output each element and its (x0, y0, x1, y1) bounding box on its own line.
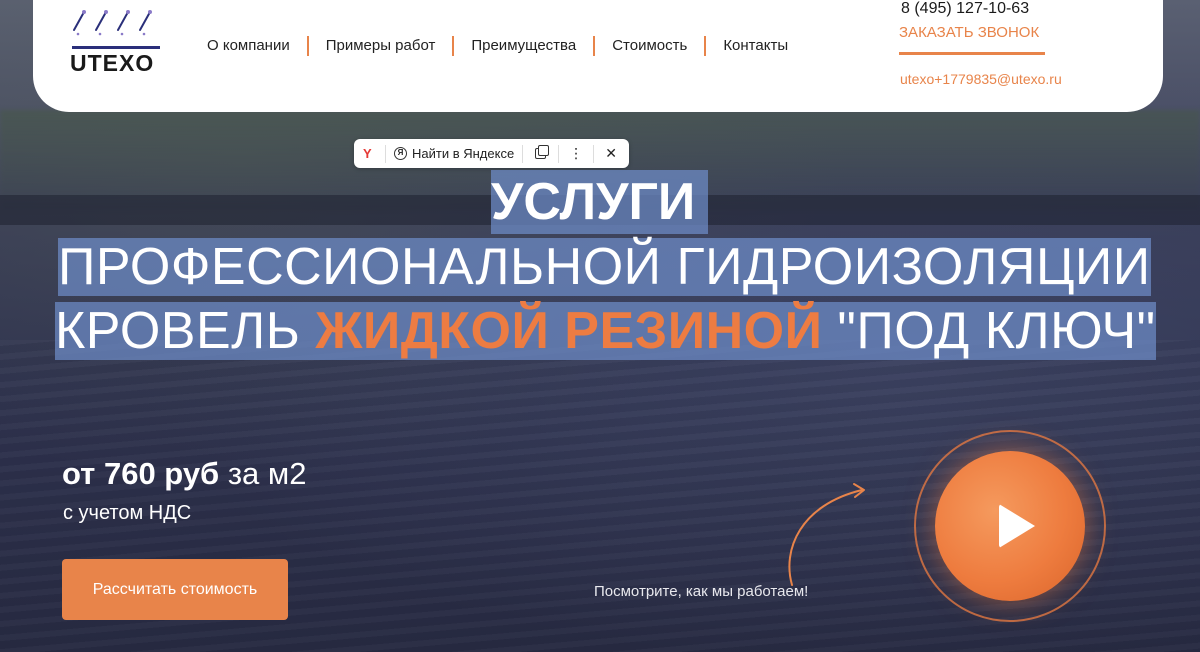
nav-item-examples[interactable]: Примеры работ (309, 37, 453, 55)
callback-underline (899, 52, 1045, 55)
headline-liquid-rubber: ЖИДКОЙ РЕЗИНОЙ (315, 302, 823, 360)
video-caption: Посмотрите, как мы работаем! (594, 583, 809, 600)
email-link[interactable]: utexo+1779835@utexo.ru (900, 71, 1062, 87)
nav-item-pricing[interactable]: Стоимость (595, 37, 704, 55)
nav-item-contacts[interactable]: Контакты (706, 37, 805, 55)
price-text: от 760 руб за м2 (62, 456, 306, 492)
logo-text: UTEXO (70, 50, 155, 76)
popup-divider (558, 144, 560, 163)
nav-item-advantages[interactable]: Преимущества (454, 37, 593, 55)
yandex-search-popup: Y Я Найти в Яндексе ⋮ ✕ (354, 139, 629, 168)
headline-line-2: ПРОФЕССИОНАЛЬНОЙ ГИДРОИЗОЛЯЦИИ (58, 235, 1151, 299)
copy-icon[interactable] (535, 145, 550, 159)
price-value: от 760 руб (62, 456, 220, 491)
more-icon[interactable]: ⋮ (567, 145, 585, 162)
headline-professional: ПРОФЕССИОНАЛЬНОЙ ГИДРОИЗОЛЯЦИИ (58, 238, 1151, 296)
yandex-logo-icon[interactable]: Y (363, 146, 377, 161)
popup-divider (593, 144, 595, 163)
popup-divider (385, 144, 386, 163)
headline-services: УСЛУГИ (491, 170, 709, 234)
main-nav: О компании Примеры работ Преимущества Ст… (207, 36, 805, 56)
phone-number[interactable]: 8 (495) 127-10-63 (901, 0, 1029, 18)
popup-divider (522, 144, 524, 163)
search-icon: Я (394, 147, 407, 160)
play-video-button[interactable] (935, 451, 1085, 601)
play-icon (999, 504, 1035, 548)
request-callback-link[interactable]: ЗАКАЗАТЬ ЗВОНОК (899, 24, 1039, 41)
headline-line-1: УСЛУГИ (491, 170, 709, 234)
curved-arrow-icon (788, 483, 865, 586)
headline-line-3: КРОВЕЛЬ ЖИДКОЙ РЕЗИНОЙ "ПОД КЛЮЧ" (55, 299, 1156, 363)
close-icon[interactable]: ✕ (602, 145, 620, 162)
rain-icon (73, 10, 152, 36)
vat-note: с учетом НДС (63, 502, 192, 524)
nav-item-about[interactable]: О компании (207, 37, 307, 55)
find-in-yandex-label: Найти в Яндексе (412, 146, 515, 161)
headline-roofs: КРОВЕЛЬ (55, 302, 316, 360)
utexo-logo[interactable]: UTEXO (70, 6, 164, 76)
price-unit: за м2 (219, 456, 307, 491)
calculate-cost-button[interactable]: Рассчитать стоимость (62, 559, 288, 620)
find-in-yandex-button[interactable]: Я Найти в Яндексе (394, 146, 514, 161)
logo-underline (72, 46, 160, 49)
headline-turnkey: "ПОД КЛЮЧ" (822, 302, 1156, 360)
site-header: UTEXO О компании Примеры работ Преимущес… (33, 0, 1163, 112)
